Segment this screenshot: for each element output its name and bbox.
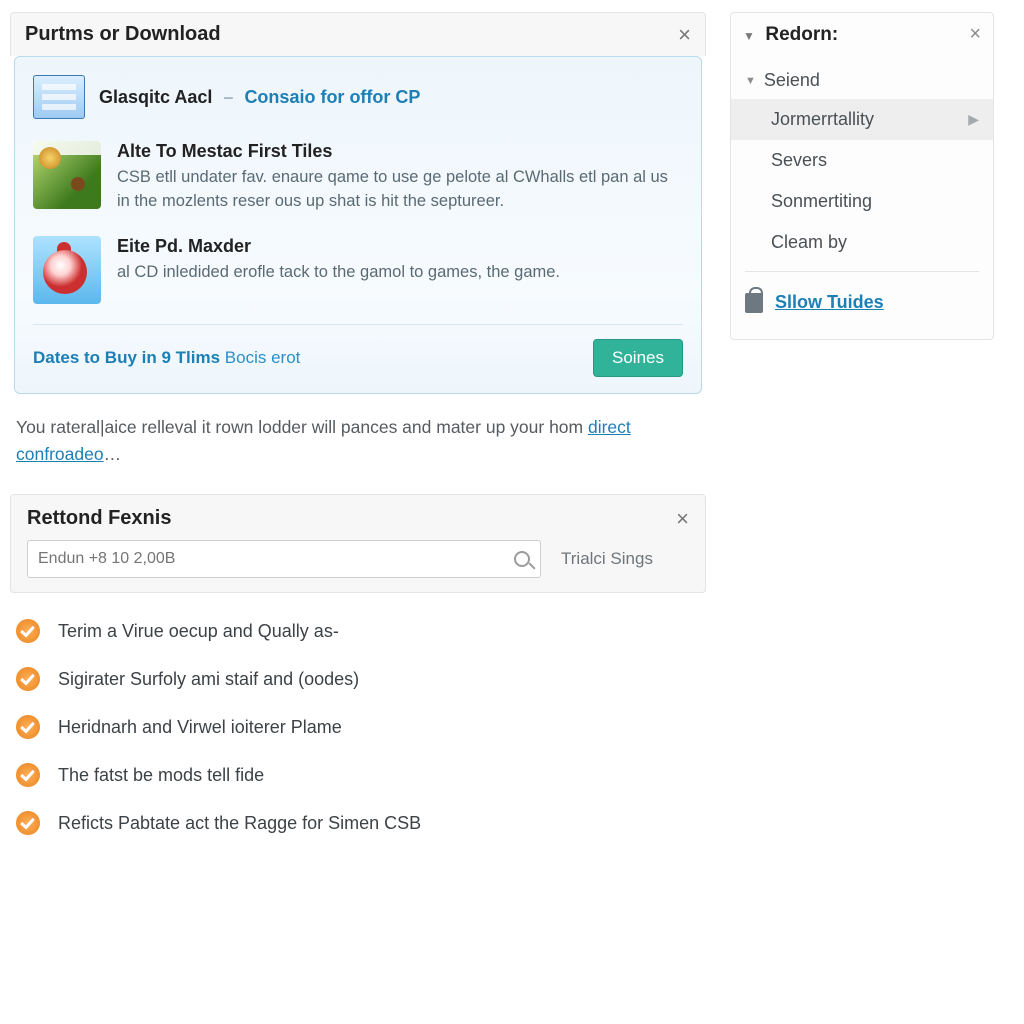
feature-item: Terim a Virue oecup and Qually as- — [16, 607, 700, 655]
lead-tail: … — [104, 444, 122, 464]
sidebar-section[interactable]: ▼ Seiend — [731, 62, 993, 99]
trial-link[interactable]: Trialci Sings — [561, 549, 653, 569]
lead-text: You rateral|aice relleval it rown lodder… — [16, 417, 588, 437]
featured-item-1-title: Alte To Mestac First Tiles — [117, 141, 683, 162]
game-thumb-1 — [33, 141, 101, 209]
check-icon — [16, 667, 40, 691]
feature-item: The fatst be mods tell fide — [16, 751, 700, 799]
chevron-right-icon: ▶ — [968, 111, 979, 128]
search-panel-title: Rettond Fexnis — [27, 507, 171, 530]
sidebar-item-sonmertiting[interactable]: Sonmertiting — [731, 181, 993, 222]
feature-list: Terim a Virue oecup and Qually as- Sigir… — [10, 593, 706, 847]
search-input[interactable] — [38, 550, 514, 568]
sidebar-footer-link[interactable]: Sllow Tuides — [775, 292, 884, 313]
check-icon — [16, 763, 40, 787]
separator: – — [217, 87, 239, 107]
feature-item-label: Sigirater Surfoly ami staif and (oodes) — [58, 669, 359, 690]
chevron-down-icon[interactable]: ▼ — [743, 29, 755, 43]
featured-item-1[interactable]: Alte To Mestac First Tiles CSB etll unda… — [33, 133, 683, 228]
sidebar-title: ▼ Redorn: — [743, 24, 838, 46]
feature-item-label: Reficts Pabtate act the Ragge for Simen … — [58, 813, 421, 834]
search-panel: Rettond Fexnis × Trialci Sings — [10, 494, 706, 593]
offers-link-sub: Bocis erot — [225, 348, 301, 367]
offers-link[interactable]: Dates to Buy in 9 Tlims Bocis erot — [33, 348, 300, 368]
close-icon[interactable]: × — [969, 23, 981, 46]
featured-item-2[interactable]: Eite Pd. Maxder al CD inledided erofle t… — [33, 228, 683, 318]
feature-item-label: Heridnarh and Virwel ioiterer Plame — [58, 717, 342, 738]
featured-card-title[interactable]: Glasqitc Aacl – Consaio for offor CP — [99, 87, 420, 108]
game-thumb-2 — [33, 236, 101, 304]
close-icon[interactable]: × — [678, 24, 691, 46]
sidebar-item-label: Severs — [771, 150, 827, 171]
downloads-panel-title: Purtms or Download — [25, 23, 221, 46]
close-icon[interactable]: × — [676, 508, 689, 530]
featured-item-2-desc: al CD inledided erofle tack to the gamol… — [117, 261, 560, 285]
sidebar-item-cleamby[interactable]: Cleam by — [731, 222, 993, 263]
lead-paragraph: You rateral|aice relleval it rown lodder… — [16, 414, 700, 468]
sidebar-item-jormerrtallity[interactable]: Jormerrtallity ▶ — [731, 99, 993, 140]
feature-item: Sigirater Surfoly ami staif and (oodes) — [16, 655, 700, 703]
featured-item-1-desc: CSB etll undater fav. enaure qame to use… — [117, 166, 683, 214]
check-icon — [16, 811, 40, 835]
feature-item: Reficts Pabtate act the Ragge for Simen … — [16, 799, 700, 847]
document-icon — [33, 75, 85, 119]
feature-item: Heridnarh and Virwel ioiterer Plame — [16, 703, 700, 751]
primary-action-button[interactable]: Soines — [593, 339, 683, 377]
featured-card-title-sub: Consaio for offor CP — [244, 87, 420, 107]
shopping-bag-icon — [745, 293, 763, 313]
featured-item-2-title: Eite Pd. Maxder — [117, 236, 560, 257]
downloads-panel-header: Purtms or Download × — [10, 12, 706, 56]
featured-card-title-main: Glasqitc Aacl — [99, 87, 212, 107]
search-icon[interactable] — [514, 551, 530, 567]
sidebar-panel: ▼ Redorn: × ▼ Seiend Jormerrtallity ▶ Seve… — [730, 12, 994, 340]
divider — [745, 271, 979, 272]
sidebar-item-label: Cleam by — [771, 232, 847, 253]
feature-item-label: Terim a Virue oecup and Qually as- — [58, 621, 339, 642]
chevron-down-icon: ▼ — [745, 75, 756, 87]
check-icon — [16, 619, 40, 643]
check-icon — [16, 715, 40, 739]
sidebar-item-label: Jormerrtallity — [771, 109, 874, 130]
search-box[interactable] — [27, 540, 541, 578]
featured-card: Glasqitc Aacl – Consaio for offor CP Alt… — [14, 56, 702, 394]
sidebar-item-severs[interactable]: Severs — [731, 140, 993, 181]
sidebar-section-label: Seiend — [764, 70, 820, 91]
feature-item-label: The fatst be mods tell fide — [58, 765, 264, 786]
sidebar-item-label: Sonmertiting — [771, 191, 872, 212]
offers-link-main: Dates to Buy in 9 Tlims — [33, 348, 220, 367]
